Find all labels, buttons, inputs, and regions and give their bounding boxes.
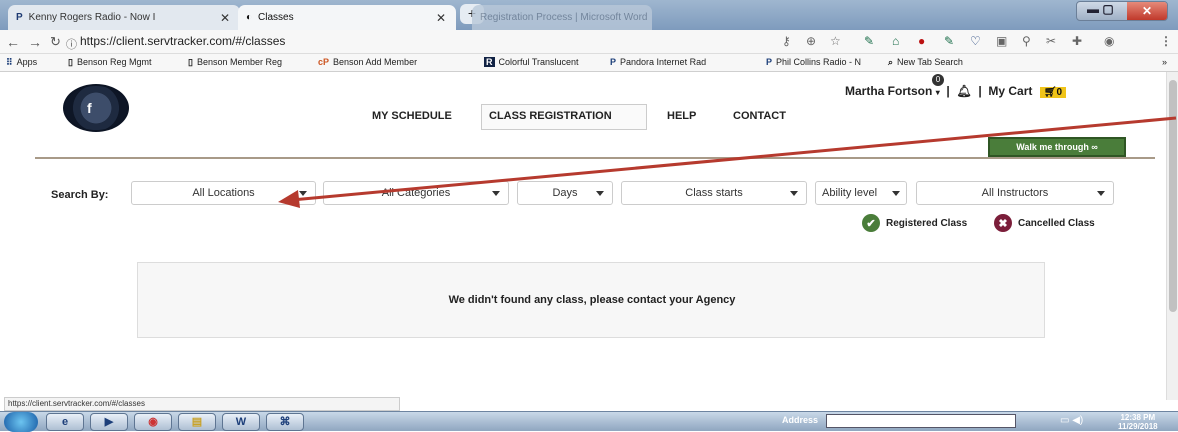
word-icon[interactable]: W: [222, 413, 260, 431]
ie-icon[interactable]: e: [46, 413, 84, 431]
start-button[interactable]: [4, 412, 38, 432]
tray-icons[interactable]: ▭ ◀): [1060, 415, 1083, 426]
media-player-icon[interactable]: ▶: [90, 413, 128, 431]
taskbar-address-input[interactable]: [826, 414, 1016, 428]
chrome-icon[interactable]: ◉: [134, 413, 172, 431]
arrow-shaft: [291, 116, 1177, 202]
arrow-head: [278, 190, 300, 208]
network-icon[interactable]: ⌘: [266, 413, 304, 431]
annotation-arrow: [278, 116, 1177, 208]
taskbar-address-label: Address: [782, 415, 819, 425]
folder-icon[interactable]: ▤: [178, 413, 216, 431]
windows-taskbar: e ▶ ◉ ▤ W ⌘ Address ▭ ◀) 12:38 PM 11/29/…: [0, 411, 1178, 432]
system-clock[interactable]: 12:38 PM 11/29/2018: [1118, 413, 1158, 431]
